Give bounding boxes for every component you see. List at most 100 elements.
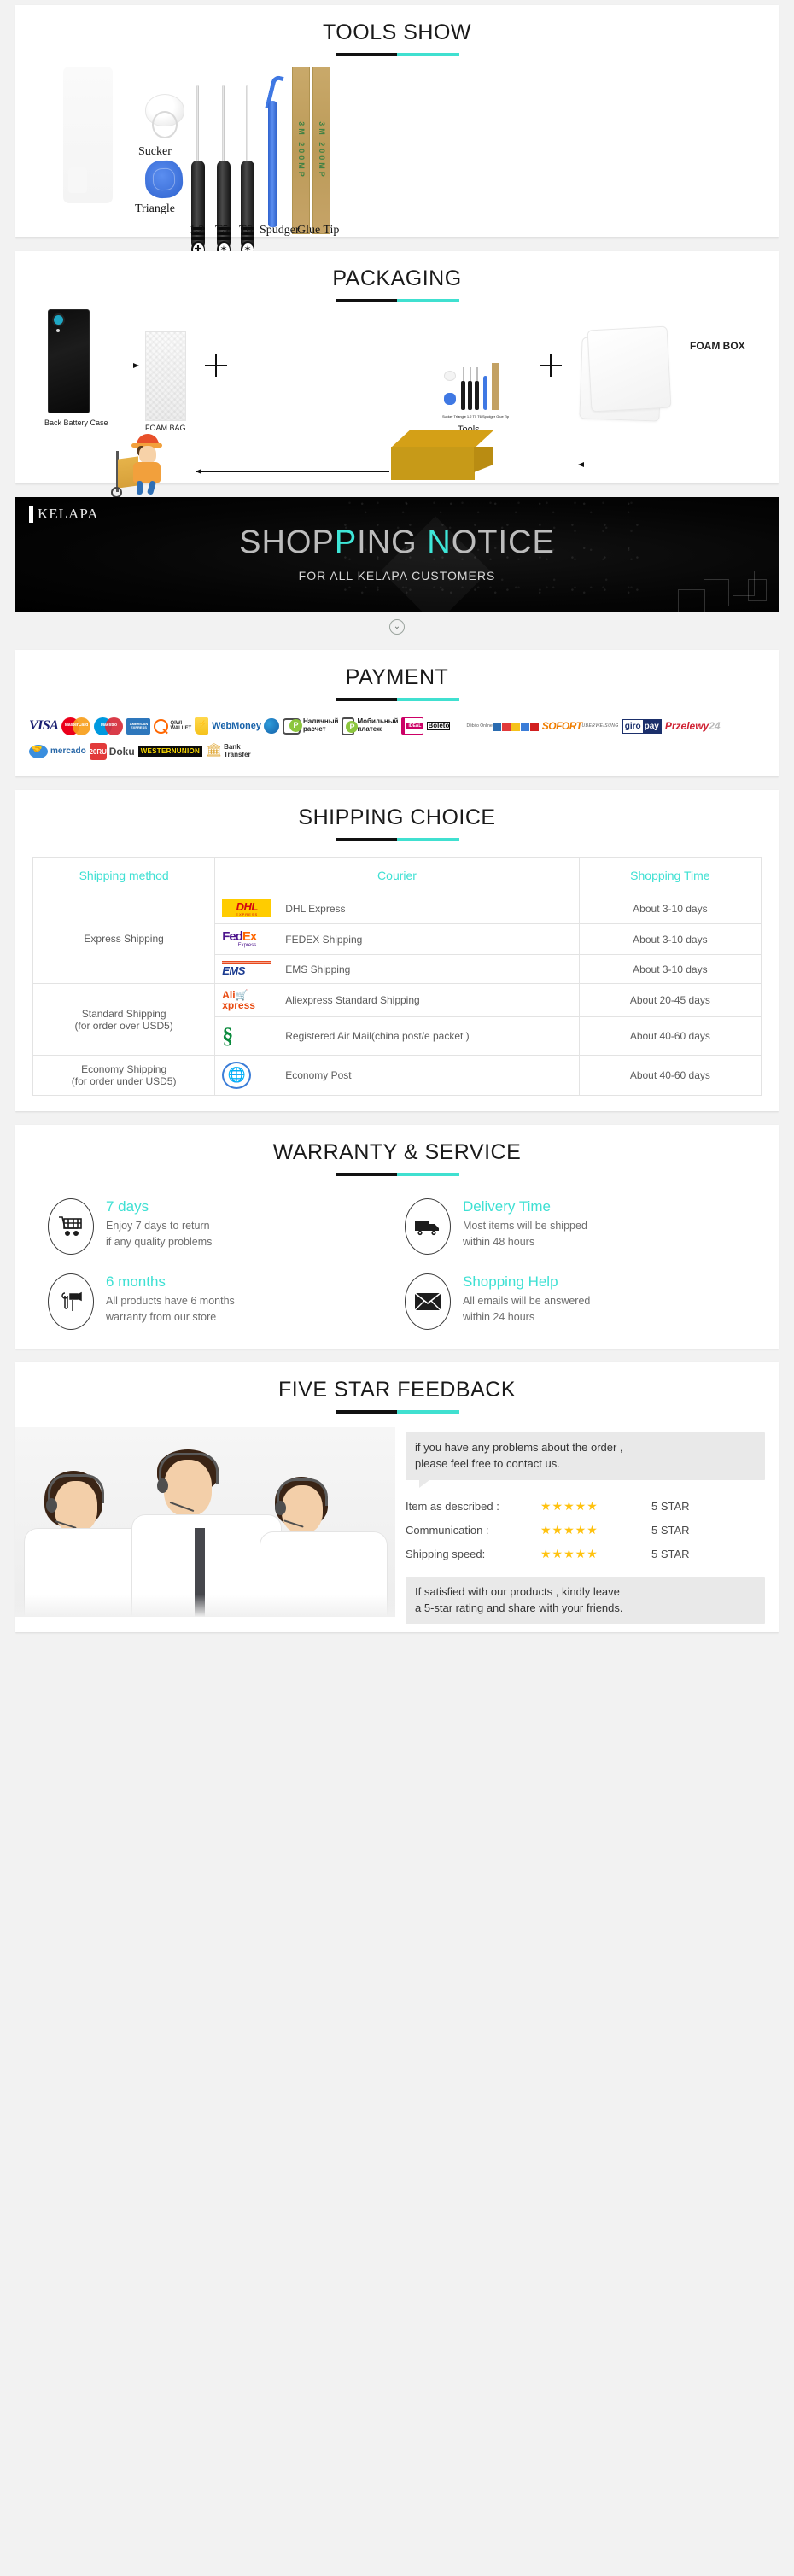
- foam-bag-icon: [145, 331, 186, 421]
- cell-shopping-time: About 20-45 days: [578, 983, 762, 1017]
- spudger-label: Spudger: [260, 224, 300, 237]
- debito-online-icon: Débito Online: [466, 722, 539, 731]
- spudger-icon: [265, 74, 284, 233]
- webmoney-label: WebMoney: [212, 721, 261, 731]
- warranty-line-2: if any quality problems: [106, 1236, 213, 1249]
- section-title: PAYMENT: [345, 665, 449, 689]
- shopping-notice-section: KELAPA SHOPPING NOTICE FOR ALL KELAPA CU…: [15, 497, 779, 612]
- section-title: PACKAGING: [332, 266, 462, 290]
- tape-text: 3M 200MP: [317, 121, 326, 179]
- sucker-ring-icon: [152, 111, 178, 138]
- cell-shopping-time: About 3-10 days: [578, 923, 762, 955]
- tools-show-header: TOOLS SHOW: [15, 5, 779, 56]
- boleto-icon: Boleto: [427, 721, 463, 731]
- cell-courier: DHL EXPRESS DHL Express: [214, 893, 580, 924]
- payment-row-1: VISA MasterCard Maestro AMERICAN EXPRESS …: [29, 715, 765, 737]
- rating-label: Item as described :: [406, 1499, 499, 1513]
- payment-row-2: mercado 20RU Doku WESTERNUNION BankTrans…: [29, 741, 765, 763]
- header-courier: Courier: [214, 857, 580, 893]
- payment-header: PAYMENT: [15, 650, 779, 701]
- satisfaction-line-2: a 5-star rating and share with your frie…: [415, 1601, 623, 1614]
- cell-shipping-method: Economy Shipping (for order under USD5): [32, 1055, 216, 1096]
- mercado-label-1: mercado: [50, 746, 86, 756]
- satisfaction-line-1: If satisfied with our products , kindly …: [415, 1584, 620, 1598]
- warranty-heading: Delivery Time: [463, 1198, 551, 1215]
- warranty-line-1: All products have 6 months: [106, 1295, 235, 1307]
- table-row: Express Shipping DHL EXPRESS DHL Express …: [32, 893, 762, 984]
- united-nations-icon: 🌐: [222, 1062, 277, 1089]
- method-line-1: Standard Shipping: [81, 1007, 166, 1020]
- wu-label-1: WESTERN: [140, 746, 177, 755]
- ideal-icon: iDEAL: [401, 717, 424, 735]
- plus-sign-2: [540, 354, 562, 377]
- doku-label-1: 20RU: [89, 743, 107, 760]
- cell-courier: 🌐 Economy Post: [214, 1055, 580, 1096]
- table-row: Economy Shipping (for order under USD5) …: [32, 1055, 762, 1096]
- glue-tape-strip-1-icon: 3M 200MP: [292, 67, 310, 234]
- cell-courier: EMS EMS Shipping: [214, 954, 580, 984]
- rating-row-shipping-speed: Shipping speed: ★★★★★ 5 STAR: [406, 1547, 765, 1561]
- przelewy-label-1: Przelewy: [664, 720, 709, 732]
- cell-courier: § Registered Air Mail(china post/e packe…: [214, 1016, 580, 1056]
- warranty-item-delivery-time: Delivery Time Most items will be shipped…: [405, 1198, 746, 1255]
- section-title: SHIPPING CHOICE: [298, 805, 496, 829]
- rating-value: 5 STAR: [651, 1523, 690, 1537]
- warranty-text: 6 months All products have 6 months warr…: [106, 1273, 235, 1326]
- warranty-item-7-days: 7 days Enjoy 7 days to return if any qua…: [48, 1198, 389, 1255]
- amex-icon: AMERICAN EXPRESS: [126, 717, 151, 735]
- courier-name: EMS Shipping: [285, 963, 351, 975]
- packaging-header: PACKAGING: [15, 251, 779, 302]
- rating-list: Item as described : ★★★★★ 5 STAR Communi…: [406, 1499, 765, 1561]
- title-underline: [335, 698, 459, 701]
- fedex-icon: FedEx Express: [222, 929, 257, 948]
- mercadopago-icon: mercado: [29, 745, 86, 758]
- title-underline: [335, 53, 459, 56]
- triangle-pick-icon: [144, 160, 184, 199]
- banner-subtitle: FOR ALL KELAPA CUSTOMERS: [298, 569, 496, 583]
- warranty-line-1: All emails will be answered: [463, 1295, 591, 1307]
- warranty-line-2: within 24 hours: [463, 1311, 535, 1324]
- header-shipping-method: Shipping method: [32, 857, 216, 893]
- title-underline: [335, 1173, 459, 1176]
- sofort-icon: SOFORT ÜBERWEISUNG: [542, 720, 619, 732]
- rating-stars: ★★★★★: [540, 1498, 598, 1513]
- warranty-items: 7 days Enjoy 7 days to return if any qua…: [48, 1198, 746, 1330]
- rating-value: 5 STAR: [651, 1499, 690, 1513]
- tools-icon: [48, 1273, 94, 1330]
- shopping-notice-banner: KELAPA SHOPPING NOTICE FOR ALL KELAPA CU…: [15, 497, 779, 612]
- qiwi-label-2: WALLET: [170, 726, 192, 731]
- cell-shopping-time: About 40-60 days: [578, 1055, 762, 1096]
- contact-bubble: if you have any problems about the order…: [406, 1432, 765, 1488]
- visa-icon: VISA: [29, 718, 59, 733]
- debito-label: Débito Online: [466, 723, 493, 729]
- bank-label-2: Transfer: [224, 751, 251, 758]
- payment-section: PAYMENT VISA MasterCard Maestro AMERICAN…: [15, 650, 779, 776]
- foam-bag-label: FOAM BAG: [145, 424, 186, 432]
- cell-shopping-time: About 3-10 days: [578, 893, 762, 924]
- warranty-item-shopping-help: Shopping Help All emails will be answere…: [405, 1273, 746, 1330]
- warranty-line-1: Enjoy 7 days to return: [106, 1220, 210, 1232]
- cell-courier: FedEx Express FEDEX Shipping: [214, 923, 580, 955]
- webmoney-icon: WebMoney: [212, 718, 279, 734]
- chevron-down-icon[interactable]: ⌄: [389, 619, 405, 635]
- cell-shopping-time: About 40-60 days: [578, 1016, 762, 1056]
- qiwi-wallet-icon: QIWI WALLET: [154, 718, 192, 734]
- shopping-cart-icon: [48, 1198, 94, 1255]
- sofort-label-1: SOFORT: [541, 720, 582, 732]
- shipping-choice-section: SHIPPING CHOICE Shipping method Courier …: [15, 790, 779, 1111]
- method-line-1: Economy Shipping: [81, 1063, 167, 1075]
- ghost-triangle-shape: [68, 167, 87, 193]
- rating-value: 5 STAR: [651, 1547, 690, 1560]
- tools-image: Sucker Triangle ✚ ✶ ✶ 3M 200MP 3M 200MP …: [15, 60, 779, 258]
- arrow-left-2: [196, 469, 389, 474]
- courier-name: FEDEX Shipping: [285, 933, 363, 946]
- nalich-label-2: расчет: [303, 725, 326, 733]
- western-union-icon: WESTERN UNION: [137, 746, 203, 758]
- title-underline: [335, 838, 459, 841]
- warranty-item-6-months: 6 months All products have 6 months warr…: [48, 1273, 389, 1330]
- giropay-icon: giro pay: [622, 718, 662, 734]
- section-title: TOOLS SHOW: [322, 20, 471, 44]
- delivery-worker-icon: [111, 432, 191, 498]
- tape-text: 3M 200MP: [296, 121, 306, 179]
- back-battery-case-icon: [48, 309, 90, 413]
